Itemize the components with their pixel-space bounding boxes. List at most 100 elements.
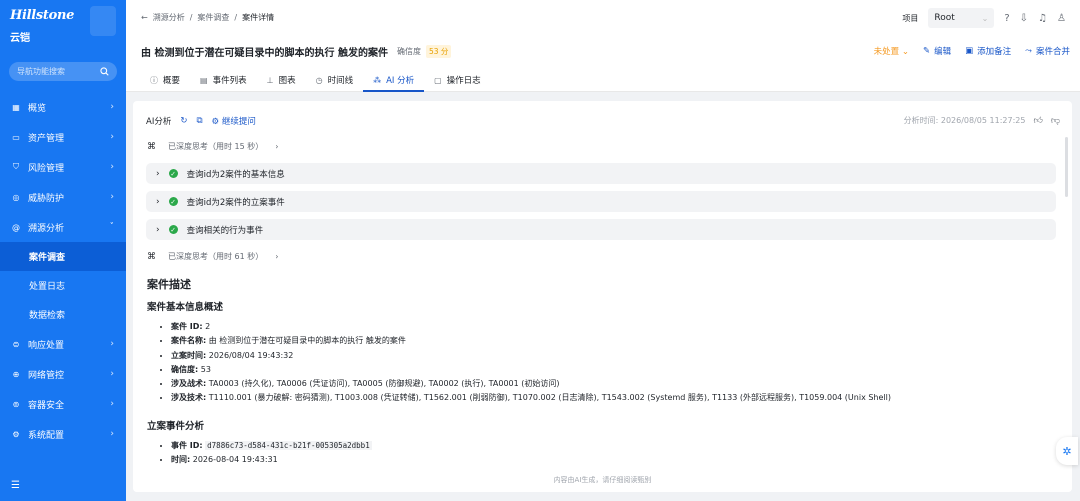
sidebar-item-label: 容器安全 (28, 400, 65, 411)
breadcrumb-separator: / (189, 13, 193, 22)
ai-icon: ⚙ (211, 117, 220, 127)
main-area: ← 溯源分析 / 案件调查 / 案件详情 项目 Root ⌄ ? ⇩ ♫ ♙ 由 … (126, 0, 1080, 501)
deep-think-toggle[interactable]: ⌘ 已深度思考（用时 61 秒） › (147, 251, 278, 262)
sidebar-subitem-handling-log[interactable]: 处置日志 (0, 271, 126, 300)
list-item: 时间: 2026-08-04 19:43:31 (171, 453, 372, 467)
section-subtitle: 案件基本信息概述 (147, 302, 224, 313)
sidebar-item-label: 威胁防护 (28, 193, 65, 204)
globe-icon: ⊕ (12, 369, 20, 379)
search-icon (100, 67, 109, 76)
refresh-icon[interactable]: ↻ (180, 116, 187, 126)
brand-logo: Hillstone (10, 8, 75, 23)
graph-icon: ⊥ (266, 75, 274, 85)
status-dropdown[interactable]: 未处置 ⌄ (874, 45, 909, 57)
ai-meta: 分析时间: 2026/08/05 11:27:25 👍︎ 👎︎ (904, 115, 1060, 126)
chevron-right-icon: › (110, 399, 114, 409)
list-icon: ▤ (200, 75, 208, 85)
chevron-right-icon: › (275, 252, 279, 261)
tab-ai-analysis[interactable]: ⁂ AI 分析 (363, 68, 425, 92)
top-toolbar: 项目 Root ⌄ ? ⇩ ♫ ♙ (902, 8, 1066, 28)
bell-icon[interactable]: ♫ (1038, 13, 1047, 24)
nav-search-input[interactable]: 导航功能搜索 (9, 62, 117, 81)
add-note-button[interactable]: ▣ 添加备注 (965, 45, 1011, 57)
query-step[interactable]: › ✓ 查询相关的行为事件 (146, 219, 1056, 240)
collapse-menu-icon[interactable]: ☰ (11, 480, 20, 491)
query-step-label: 查询id为2案件的立案事件 (186, 197, 285, 208)
sidebar-item-response[interactable]: ⊜ 响应处置 › (0, 329, 126, 359)
download-icon[interactable]: ⇩ (1020, 13, 1028, 24)
confidence-label: 确信度 (396, 47, 421, 56)
field-value: TA0003 (持久化), TA0006 (凭证访问), TA0005 (防御规… (206, 379, 560, 389)
tab-timeline[interactable]: ◷ 时间线 (306, 68, 364, 92)
field-key: 事件 ID: (171, 441, 203, 450)
sidebar-item-container[interactable]: ⊚ 容器安全 › (0, 389, 126, 419)
tab-label: 时间线 (327, 76, 354, 86)
tab-label: 概要 (163, 76, 181, 86)
sidebar-item-threat[interactable]: ◎ 威胁防护 › (0, 182, 126, 212)
sidebar-item-label: 资产管理 (28, 133, 65, 144)
sidebar-item-trace[interactable]: @ 溯源分析 ˅ (0, 212, 126, 242)
deep-think-toggle[interactable]: ⌘ 已深度思考（用时 15 秒） › (147, 141, 278, 152)
list-item: 涉及技术: T1110.001 (暴力破解: 密码猜测), T1003.008 … (171, 391, 891, 405)
tab-summary[interactable]: ⓘ 概要 (140, 68, 190, 92)
basic-info-list: 案件 ID: 2 案件名称: 由 检测到位于潜在可疑目录中的脚本的执行 触发的案… (163, 320, 891, 406)
sidebar-subitem-data-search[interactable]: 数据检索 (0, 300, 126, 329)
edit-button[interactable]: ✎ 编辑 (923, 45, 951, 57)
chevron-right-icon: › (110, 162, 114, 172)
sidebar-item-network[interactable]: ⊕ 网络管控 › (0, 359, 126, 389)
query-step-label: 查询id为2案件的基本信息 (186, 169, 285, 180)
breadcrumb-item[interactable]: 案件调查 (197, 12, 229, 23)
field-key: 案件名称: (171, 336, 207, 346)
shield-icon: ⛉ (13, 162, 19, 171)
field-value: 由 检测到位于潜在可疑目录中的脚本的执行 触发的案件 (206, 336, 406, 346)
tab-event-list[interactable]: ▤ 事件列表 (190, 68, 257, 92)
thumb-up-icon[interactable]: 👍︎ (1033, 116, 1042, 126)
back-arrow-icon[interactable]: ← (141, 13, 148, 22)
breadcrumb-current: 案件详情 (242, 13, 275, 22)
sidebar-item-overview[interactable]: ▦ 概览 › (0, 92, 126, 122)
merge-icon: ⤳ (1025, 46, 1032, 56)
scrollbar[interactable] (1065, 137, 1068, 197)
page-title: 由 检测到位于潜在可疑目录中的脚本的执行 触发的案件 (141, 48, 388, 59)
tab-label: 操作日志 (446, 76, 481, 86)
field-value: 2026-08-04 19:43:31 (190, 455, 278, 465)
copy-icon[interactable]: ⧉ (196, 116, 202, 126)
sidebar: Hillstone 云铠 导航功能搜索 ▦ 概览 › ▭ 资产管理 › ⛉ 风险管理 › ◎… (0, 0, 126, 501)
breadcrumb-item[interactable]: 溯源分析 (153, 12, 185, 23)
sidebar-item-label: 响应处置 (28, 340, 65, 351)
sidebar-item-settings[interactable]: ⚙ 系统配置 › (0, 419, 126, 449)
add-note-label: 添加备注 (977, 47, 1012, 57)
pencil-icon: ✎ (922, 46, 931, 56)
query-step[interactable]: › ✓ 查询id为2案件的基本信息 (146, 163, 1056, 184)
project-select[interactable]: Root ⌄ (928, 8, 995, 28)
nav-search-placeholder: 导航功能搜索 (17, 67, 65, 76)
section-subtitle: 立案事件分析 (147, 421, 205, 432)
query-step[interactable]: › ✓ 查询id为2案件的立案事件 (146, 191, 1056, 212)
sidebar-item-risk[interactable]: ⛉ 风险管理 › (0, 152, 126, 182)
sidebar-item-label: 网络管控 (28, 370, 65, 381)
tab-label: 图表 (278, 76, 296, 86)
merge-case-button[interactable]: ⤳ 案件合并 (1025, 45, 1070, 57)
brand: Hillstone 云铠 (10, 8, 74, 44)
user-icon[interactable]: ♙ (1057, 13, 1066, 24)
continue-ask-button[interactable]: ⚙ 继续提问 (212, 115, 256, 127)
ai-assistant-float-button[interactable]: ✲ (1056, 437, 1078, 465)
tab-graph[interactable]: ⊥ 图表 (257, 68, 306, 92)
chevron-right-icon: › (110, 192, 114, 202)
thumb-down-icon[interactable]: 👎︎ (1051, 116, 1060, 126)
list-item: 事件 ID: d7886c73-d584-431c-b21f-005305a2d… (171, 439, 372, 453)
field-value: 2 (202, 322, 211, 331)
sidebar-item-assets[interactable]: ▭ 资产管理 › (0, 122, 126, 152)
info-icon: ⓘ (150, 75, 158, 85)
tab-operation-log[interactable]: ▢ 操作日志 (424, 68, 491, 92)
section-title: 案件描述 (147, 278, 191, 291)
sidebar-subitem-case-investigation[interactable]: 案件调查 (0, 242, 126, 271)
help-icon[interactable]: ? (1004, 13, 1009, 24)
project-value: Root (934, 13, 955, 23)
breadcrumb: ← 溯源分析 / 案件调查 / 案件详情 (141, 12, 274, 23)
sidebar-item-label: 概览 (28, 103, 47, 114)
event-id-code: d7886c73-d584-431c-b21f-005305a2dbb1 (205, 441, 372, 450)
ai-header: AI分析 ↻ ⧉ ⚙ 继续提问 (146, 115, 256, 127)
think-icon: ⌘ (147, 141, 156, 152)
chevron-right-icon: › (156, 196, 160, 207)
